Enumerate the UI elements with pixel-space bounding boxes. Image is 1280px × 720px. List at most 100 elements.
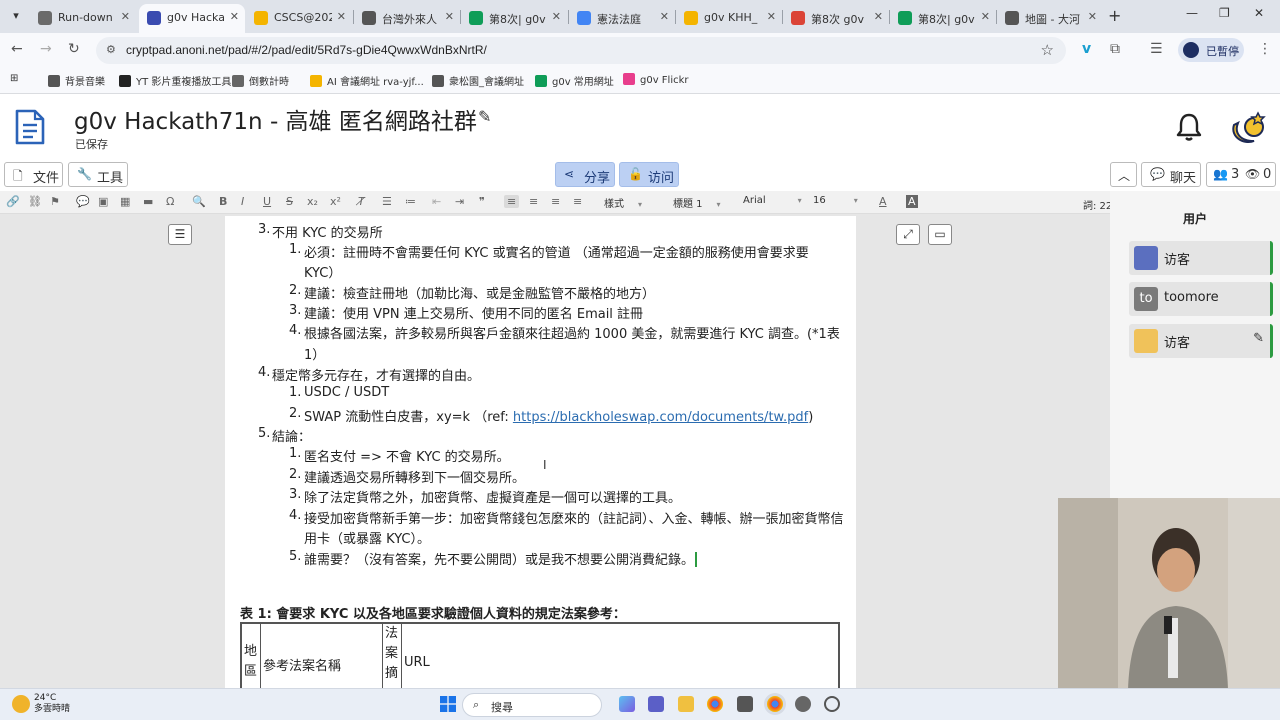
tab-close-icon[interactable]: ✕	[874, 10, 883, 23]
browser-tab[interactable]: 第8次| g0v ✕	[890, 4, 996, 33]
list-item[interactable]: 除了法定貨幣之外，加密貨幣、虛擬資產是一個可以選擇的工具。	[304, 487, 681, 506]
align-right-icon[interactable]: ≡	[551, 195, 560, 208]
settings-app-icon[interactable]	[795, 696, 811, 712]
page-title[interactable]: g0v Hackath71n - 高雄 匿名網路社群	[74, 102, 477, 136]
reload-icon[interactable]: ↻	[68, 41, 80, 57]
teams-app-icon[interactable]	[648, 696, 664, 712]
taskbar-search[interactable]: ⌕ 搜尋	[462, 693, 602, 717]
users-toggle-button[interactable]: 👥 3 👁 0	[1206, 162, 1276, 187]
browser-tab[interactable]: 第8次| g0v ✕	[461, 4, 567, 33]
table-icon[interactable]: ▦	[120, 195, 130, 208]
tab-close-icon[interactable]: ✕	[1088, 10, 1097, 23]
obs-app-icon[interactable]	[824, 696, 840, 712]
image-icon[interactable]: ▣	[98, 195, 108, 208]
bookmark-item[interactable]: AI 會議網址 rva-yjf...	[310, 73, 424, 88]
numbered-list-icon[interactable]: ☰	[382, 195, 392, 208]
profile-button[interactable]: 已暫停	[1178, 38, 1244, 62]
whitepaper-link[interactable]: https://blackholeswap.com/documents/tw.p…	[513, 410, 808, 425]
table-header-cell[interactable]: 法案摘	[383, 624, 402, 688]
list-item[interactable]: 建議透過交易所轉移到下一個交易所。	[304, 467, 525, 486]
list-item[interactable]: KYC）	[304, 262, 341, 281]
table-of-contents-icon[interactable]: ☰	[168, 224, 192, 245]
bullet-list-icon[interactable]: ≔	[405, 195, 416, 208]
heading-select[interactable]: 標題 1 ▾	[673, 195, 721, 210]
browser-tab[interactable]: 第8次 g0v ✕	[783, 4, 889, 33]
vimeo-extension-icon[interactable]: v	[1082, 41, 1091, 57]
collapse-toolbar-button[interactable]: ︿	[1110, 162, 1137, 187]
list-item[interactable]: 匿名支付 => 不會 KYC 的交易所。	[304, 446, 510, 465]
tab-close-icon[interactable]: ✕	[981, 10, 990, 23]
new-tab-button[interactable]: +	[1108, 6, 1121, 25]
list-item[interactable]: 必須：註冊時不會需要任何 KYC 或實名的管道 （通常超過一定金額的服務使用會要…	[304, 242, 809, 261]
bookmark-item[interactable]: g0v Flickr	[623, 73, 689, 86]
tools-menu-button[interactable]: 🔧 工具	[68, 162, 128, 187]
bookmark-item[interactable]: YT 影片重複播放工具	[119, 73, 231, 88]
list-item[interactable]: 結論：	[272, 426, 311, 445]
tab-list-dropdown-icon[interactable]: ▾	[6, 6, 26, 26]
list-item[interactable]: 不用 KYC 的交易所	[272, 222, 383, 241]
link-icon[interactable]: 🔗	[6, 195, 20, 208]
bookmark-item[interactable]: 倒數計時	[232, 73, 289, 88]
media-control-icon[interactable]: ☰	[1150, 41, 1163, 57]
list-item[interactable]: USDC / USDT	[304, 385, 389, 400]
style-select[interactable]: 樣式 ▾	[604, 195, 642, 210]
minimize-icon[interactable]: —	[1186, 6, 1198, 20]
text-color-icon[interactable]: A	[879, 195, 887, 208]
restore-icon[interactable]: ❐	[1219, 6, 1230, 20]
outdent-icon[interactable]: ⇤	[432, 195, 441, 208]
address-bar[interactable]: ⚙ cryptpad.anoni.net/pad/#/2/pad/edit/5R…	[96, 37, 1066, 64]
browser-tab[interactable]: 台灣外來人 ✕	[354, 4, 460, 33]
list-item[interactable]: 1）	[304, 344, 325, 363]
browser-tab[interactable]: Run-down ✕	[30, 4, 136, 33]
underline-icon[interactable]: U	[263, 195, 271, 208]
tab-close-icon[interactable]: ✕	[660, 10, 669, 23]
bookmark-star-icon[interactable]: ☆	[1041, 41, 1054, 59]
find-icon[interactable]: 🔍	[192, 195, 206, 208]
strikethrough-icon[interactable]: S	[286, 195, 293, 208]
align-center-icon[interactable]: ≡	[529, 195, 538, 208]
italic-icon[interactable]: I	[241, 195, 244, 208]
table-header-cell[interactable]: 地區	[242, 624, 261, 688]
file-menu-button[interactable]: 🗋 文件	[4, 162, 63, 187]
close-window-icon[interactable]: ✕	[1254, 6, 1264, 20]
site-info-icon[interactable]: ⚙	[106, 43, 116, 56]
browser-tab[interactable]: g0v Hacka ✕	[139, 4, 245, 33]
forward-icon[interactable]: →	[40, 41, 52, 57]
fullscreen-icon[interactable]: ⤢	[896, 224, 920, 245]
user-card[interactable]: 访客	[1129, 241, 1273, 275]
apps-grid-icon[interactable]: ⊞	[10, 73, 18, 84]
list-item[interactable]: 用卡（或暴露 KYC）。	[304, 528, 430, 547]
align-justify-icon[interactable]: ≡	[573, 195, 582, 208]
chrome-app-icon[interactable]	[707, 696, 723, 712]
bookmark-item[interactable]: g0v 常用網址	[535, 73, 614, 88]
access-button[interactable]: 🔓 访问	[619, 162, 679, 187]
superscript-icon[interactable]: x²	[330, 195, 341, 208]
horizontal-rule-icon[interactable]: ▬	[143, 195, 153, 208]
copilot-app-icon[interactable]	[619, 696, 635, 712]
font-size-select[interactable]: 16 ▾	[813, 195, 858, 206]
tab-close-icon[interactable]: ✕	[445, 10, 454, 23]
notepad-app-icon[interactable]	[737, 696, 753, 712]
browser-tab[interactable]: 地圖 - 大河 ✕	[997, 4, 1103, 33]
user-card[interactable]: 访客 ✎	[1129, 324, 1273, 358]
document-page[interactable]: 3. 不用 KYC 的交易所 1. 必須：註冊時不會需要任何 KYC 或實名的管道 （…	[225, 216, 856, 688]
subscript-icon[interactable]: x₂	[307, 195, 318, 208]
comment-icon[interactable]: 💬	[76, 195, 90, 208]
list-item[interactable]: SWAP 流動性白皮書，xy=k （ref: https://blackhole…	[304, 406, 813, 425]
tab-close-icon[interactable]: ✕	[767, 10, 776, 23]
font-select[interactable]: Arial ▾	[743, 195, 802, 206]
indent-icon[interactable]: ⇥	[455, 195, 464, 208]
browser-tab[interactable]: CSCS@202 ✕	[246, 4, 352, 33]
bold-icon[interactable]: B	[219, 195, 227, 208]
edit-title-pencil-icon[interactable]: ✎	[478, 107, 491, 126]
browser-tab[interactable]: g0v KHH_ ✕	[676, 4, 782, 33]
tab-close-icon[interactable]: ✕	[337, 10, 346, 23]
tab-close-icon[interactable]: ✕	[121, 10, 130, 23]
list-item[interactable]: 接受加密貨幣新手第一步：加密貨幣錢包怎麼來的（註記詞）、入金、轉帳、辦一張加密貨…	[304, 508, 844, 527]
list-item[interactable]: 根據各國法案，許多較易所與客戶金額來往超過約 1000 美金，就需要進行 KYC…	[304, 323, 840, 342]
chat-button[interactable]: 💬 聊天	[1141, 162, 1201, 187]
file-explorer-icon[interactable]	[678, 696, 694, 712]
windows-start-icon[interactable]	[440, 696, 456, 712]
background-color-icon[interactable]: A	[906, 195, 918, 208]
align-left-icon[interactable]: ≡	[504, 195, 520, 208]
